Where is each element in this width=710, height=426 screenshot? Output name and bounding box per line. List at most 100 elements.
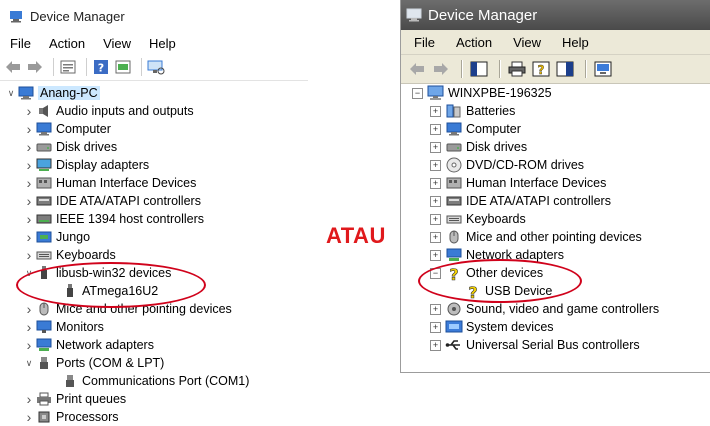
collapse-box[interactable]: − (430, 267, 441, 279)
tree-child-atmega16u2[interactable]: ATmega16U2 (0, 282, 308, 300)
chevron-right-icon[interactable]: › (22, 193, 36, 209)
system-icon (445, 319, 463, 335)
tree-item-ide-ata-atapi-controllers[interactable]: + IDE ATA/ATAPI controllers (401, 192, 710, 210)
help-icon[interactable]: ? (531, 59, 551, 79)
tree-item-ieee-1394-host-controllers[interactable]: › IEEE 1394 host controllers (0, 210, 308, 228)
expand-box[interactable]: + (430, 321, 441, 333)
help-icon[interactable]: ? (92, 58, 110, 76)
tree-item-computer[interactable]: › Computer (0, 120, 308, 138)
expand-box[interactable]: + (430, 195, 441, 207)
tree-item-print-queues[interactable]: › Print queues (0, 390, 308, 408)
chevron-right-icon[interactable]: › (22, 229, 36, 245)
tree-item-ports-com-lpt[interactable]: ∨ Ports (COM & LPT) (0, 354, 308, 372)
tree-item-libusb-win32-devices[interactable]: ∨ libusb-win32 devices (0, 264, 308, 282)
expand-box[interactable]: + (430, 105, 441, 117)
chevron-right-icon[interactable]: › (22, 211, 36, 227)
expand-box[interactable]: + (430, 303, 441, 315)
unknown-device-icon: ? (464, 283, 482, 299)
expand-box[interactable]: + (430, 177, 441, 189)
tree-item-keyboards[interactable]: › Keyboards (0, 246, 308, 264)
chevron-down-icon[interactable]: ∨ (22, 358, 36, 369)
tree-item-audio-inputs-and-outputs[interactable]: › Audio inputs and outputs (0, 102, 308, 120)
chevron-right-icon[interactable]: › (22, 121, 36, 137)
chevron-down-icon[interactable]: ∨ (4, 88, 18, 99)
menu-help[interactable]: Help (139, 36, 184, 51)
forward-arrow-icon[interactable] (26, 58, 44, 76)
tree-item-disk-drives[interactable]: › Disk drives (0, 138, 308, 156)
speaker-icon (36, 104, 52, 118)
tree-item-computer[interactable]: + Computer (401, 120, 710, 138)
chevron-right-icon[interactable]: › (22, 409, 36, 425)
tree-item-ide-ata-atapi-controllers[interactable]: › IDE ATA/ATAPI controllers (0, 192, 308, 210)
computer-icon (445, 121, 463, 137)
tree-item-system-devices[interactable]: + System devices (401, 318, 710, 336)
menu-action[interactable]: Action (39, 36, 93, 51)
collapse-box[interactable]: − (412, 87, 423, 99)
tree-item-human-interface-devices[interactable]: + Human Interface Devices (401, 174, 710, 192)
tree-item-sound-video-and-game-controllers[interactable]: + Sound, video and game controllers (401, 300, 710, 318)
forward-arrow-icon[interactable] (431, 59, 451, 79)
tree-item-monitors[interactable]: › Monitors (0, 318, 308, 336)
menu-view[interactable]: View (93, 36, 139, 51)
chevron-right-icon[interactable]: › (22, 247, 36, 263)
chevron-right-icon[interactable]: › (22, 319, 36, 335)
scan-hardware-icon[interactable] (147, 58, 165, 76)
properties-icon[interactable] (59, 58, 77, 76)
tree-item-mice-and-other-pointing-devices[interactable]: + Mice and other pointing devices (401, 228, 710, 246)
menu-action[interactable]: Action (443, 35, 500, 50)
tree-item-display-adapters[interactable]: › Display adapters (0, 156, 308, 174)
view-icon[interactable] (555, 59, 575, 79)
hid-icon (36, 176, 52, 190)
tree-child-usb-device[interactable]: ? USB Device (401, 282, 710, 300)
ide-icon (445, 193, 463, 209)
tree-item-other-devices[interactable]: −? Other devices (401, 264, 710, 282)
chevron-right-icon[interactable]: › (22, 301, 36, 317)
chevron-right-icon[interactable]: › (22, 337, 36, 353)
tree-child-label: ATmega16U2 (82, 284, 159, 298)
expand-box[interactable]: + (430, 159, 441, 171)
computer-icon (36, 122, 52, 136)
chevron-right-icon[interactable]: › (22, 175, 36, 191)
svg-text:?: ? (449, 265, 458, 281)
expand-box[interactable]: + (430, 123, 441, 135)
network-icon (445, 247, 463, 263)
printer-icon[interactable] (507, 59, 527, 79)
tree-child-communications-port-com1[interactable]: Communications Port (COM1) (0, 372, 308, 390)
menu-view[interactable]: View (500, 35, 549, 50)
menu-file[interactable]: File (0, 36, 39, 51)
tree-item-jungo[interactable]: › Jungo (0, 228, 308, 246)
expand-box[interactable]: + (430, 339, 441, 351)
tree-item-network-adapters[interactable]: › Network adapters (0, 336, 308, 354)
chevron-down-icon[interactable]: ∨ (22, 268, 36, 279)
chevron-right-icon[interactable]: › (22, 391, 36, 407)
tree-item-human-interface-devices[interactable]: › Human Interface Devices (0, 174, 308, 192)
chevron-right-icon[interactable]: › (22, 157, 36, 173)
tree-item-label: Jungo (56, 230, 91, 244)
back-arrow-icon[interactable] (4, 58, 22, 76)
expand-box[interactable]: + (430, 141, 441, 153)
tree-root[interactable]: ∨ Anang-PC (0, 84, 308, 102)
tree-item-processors[interactable]: › Processors (0, 408, 308, 426)
window-title: Device Manager (428, 6, 538, 24)
expand-box[interactable]: + (430, 249, 441, 261)
update-driver-icon[interactable] (114, 58, 132, 76)
tree-item-batteries[interactable]: + Batteries (401, 102, 710, 120)
chevron-right-icon[interactable]: › (22, 139, 36, 155)
tree-item-dvd-cd-rom-drives[interactable]: + DVD/CD-ROM drives (401, 156, 710, 174)
expand-box[interactable]: + (430, 213, 441, 225)
tree-item-network-adapters[interactable]: + Network adapters (401, 246, 710, 264)
tree-item-keyboards[interactable]: + Keyboards (401, 210, 710, 228)
tree-item-label: Human Interface Devices (466, 176, 607, 190)
tree-item-mice-and-other-pointing-devices[interactable]: › Mice and other pointing devices (0, 300, 308, 318)
back-arrow-icon[interactable] (407, 59, 427, 79)
tree-root[interactable]: − WINXPBE-196325 (401, 84, 710, 102)
menu-help[interactable]: Help (549, 35, 597, 50)
expand-box[interactable]: + (430, 231, 441, 243)
scan-hardware-icon[interactable] (593, 59, 613, 79)
tree-item-disk-drives[interactable]: + Disk drives (401, 138, 710, 156)
menu-file[interactable]: File (401, 35, 443, 50)
tree-item-universal-serial-bus-controllers[interactable]: + Universal Serial Bus controllers (401, 336, 710, 354)
show-hide-console-tree-icon[interactable] (469, 59, 489, 79)
chevron-right-icon[interactable]: › (22, 103, 36, 119)
tree-item-label: Network adapters (56, 338, 154, 352)
